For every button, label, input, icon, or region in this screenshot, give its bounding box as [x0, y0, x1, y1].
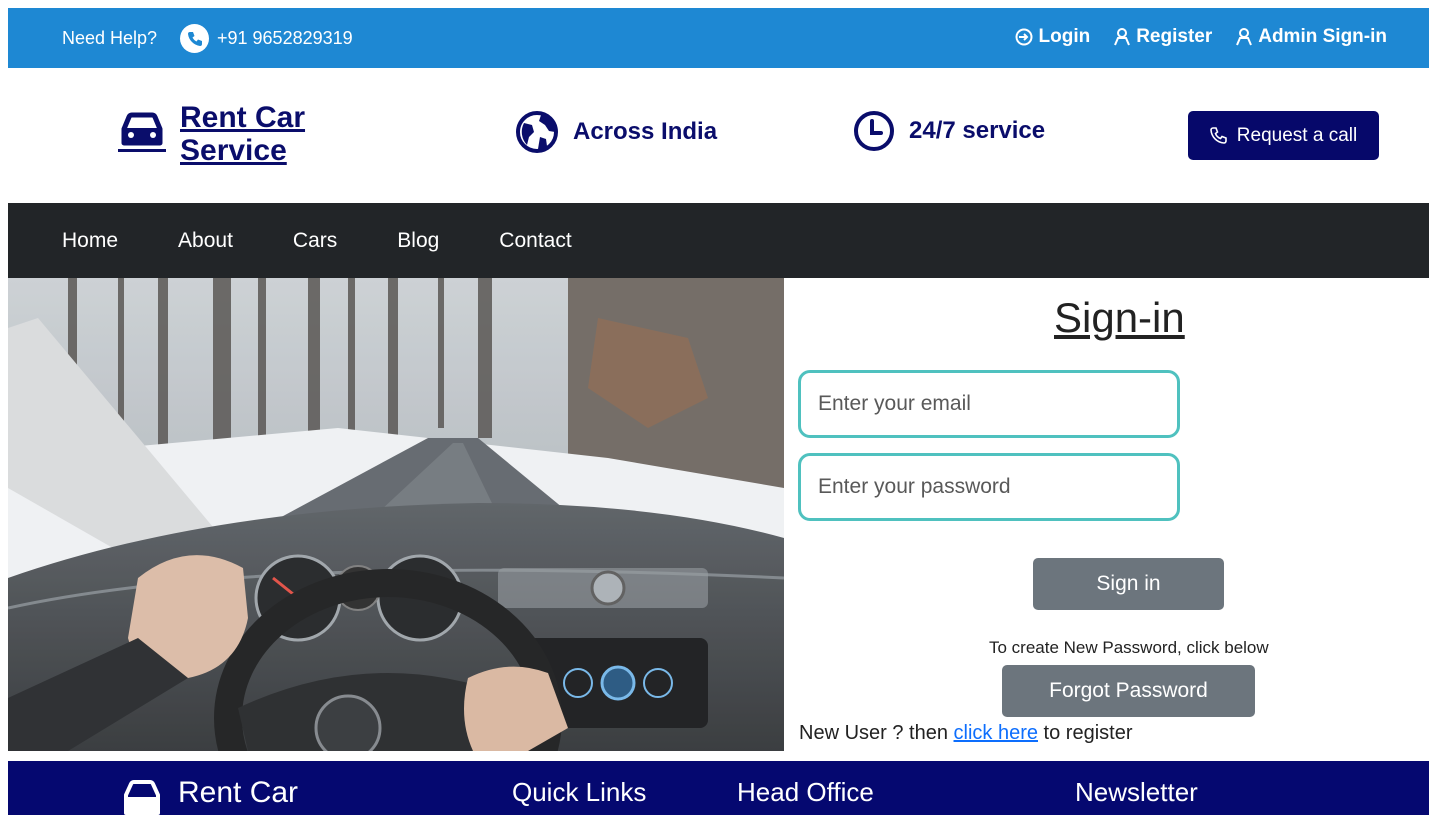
- login-link[interactable]: Login: [1015, 26, 1091, 48]
- new-user-suffix: to register: [1038, 722, 1133, 744]
- nav-item-cars[interactable]: Cars: [293, 229, 337, 253]
- footer-heading-newsletter: Newsletter: [1075, 777, 1198, 807]
- brand-name-line1: Rent Car: [180, 101, 306, 134]
- request-call-button[interactable]: Request a call: [1188, 111, 1379, 160]
- phone-number[interactable]: +91 9652829319: [217, 28, 353, 49]
- top-bar: Need Help? +91 9652829319 Login Register…: [8, 8, 1429, 68]
- brand-name-line2: Service: [180, 134, 287, 167]
- email-field[interactable]: [798, 370, 1180, 438]
- user-icon: [1236, 28, 1253, 46]
- admin-signin-label: Admin Sign-in: [1258, 26, 1387, 47]
- phone-icon: [1209, 127, 1227, 144]
- footer-brand-name: Rent Car: [178, 776, 299, 809]
- new-user-text: New User ? then click here to register: [799, 722, 1132, 745]
- forgot-password-button[interactable]: Forgot Password: [1002, 665, 1255, 717]
- feature-across-india: Across India: [515, 110, 717, 154]
- nav-item-home[interactable]: Home: [62, 229, 118, 253]
- nav-item-blog[interactable]: Blog: [397, 229, 439, 253]
- top-links: Login Register Admin Sign-in: [1015, 26, 1387, 48]
- nav-item-about[interactable]: About: [178, 229, 233, 253]
- register-link[interactable]: click here: [954, 722, 1038, 744]
- signin-panel: Sign-in Sign in To create New Password, …: [784, 278, 1429, 761]
- password-field[interactable]: [798, 453, 1180, 521]
- need-help-label: Need Help?: [62, 28, 158, 48]
- nav-item-contact[interactable]: Contact: [499, 229, 571, 253]
- register-label: Register: [1136, 26, 1213, 47]
- site-logo[interactable]: Rent Car Service: [118, 101, 340, 167]
- signin-title: Sign-in: [1054, 294, 1185, 341]
- car-icon: [118, 111, 166, 158]
- main-nav: Home About Cars Blog Contact: [8, 203, 1429, 278]
- footer-heading-quick-links: Quick Links: [512, 777, 647, 807]
- clock-icon: [854, 111, 894, 151]
- footer-logo[interactable]: Rent Car: [120, 775, 298, 815]
- new-user-prefix: New User ? then: [799, 722, 954, 744]
- phone-icon: [180, 24, 209, 53]
- brand-row: Rent Car Service Across India 24/7 servi…: [8, 68, 1429, 203]
- footer-heading-head-office: Head Office: [737, 777, 874, 807]
- globe-icon: [516, 111, 558, 153]
- login-icon: [1015, 28, 1032, 46]
- user-icon: [1114, 28, 1131, 46]
- hero-image: [8, 278, 784, 751]
- login-label: Login: [1038, 26, 1091, 47]
- page: Need Help? +91 9652829319 Login Register…: [8, 8, 1429, 815]
- feature-24-7-service: 24/7 service: [853, 110, 1045, 152]
- footer: Rent Car Quick Links Head Office Newslet…: [8, 761, 1429, 815]
- brand-name: Rent Car Service: [180, 101, 340, 167]
- forgot-password-hint: To create New Password, click below: [989, 638, 1269, 657]
- feature-24-7-service-label: 24/7 service: [909, 117, 1046, 144]
- register-link[interactable]: Register: [1114, 26, 1212, 48]
- request-call-label: Request a call: [1236, 124, 1358, 146]
- car-icon: [120, 775, 164, 815]
- feature-across-india-label: Across India: [573, 118, 718, 145]
- signin-button[interactable]: Sign in: [1033, 558, 1224, 610]
- admin-signin-link[interactable]: Admin Sign-in: [1236, 26, 1387, 48]
